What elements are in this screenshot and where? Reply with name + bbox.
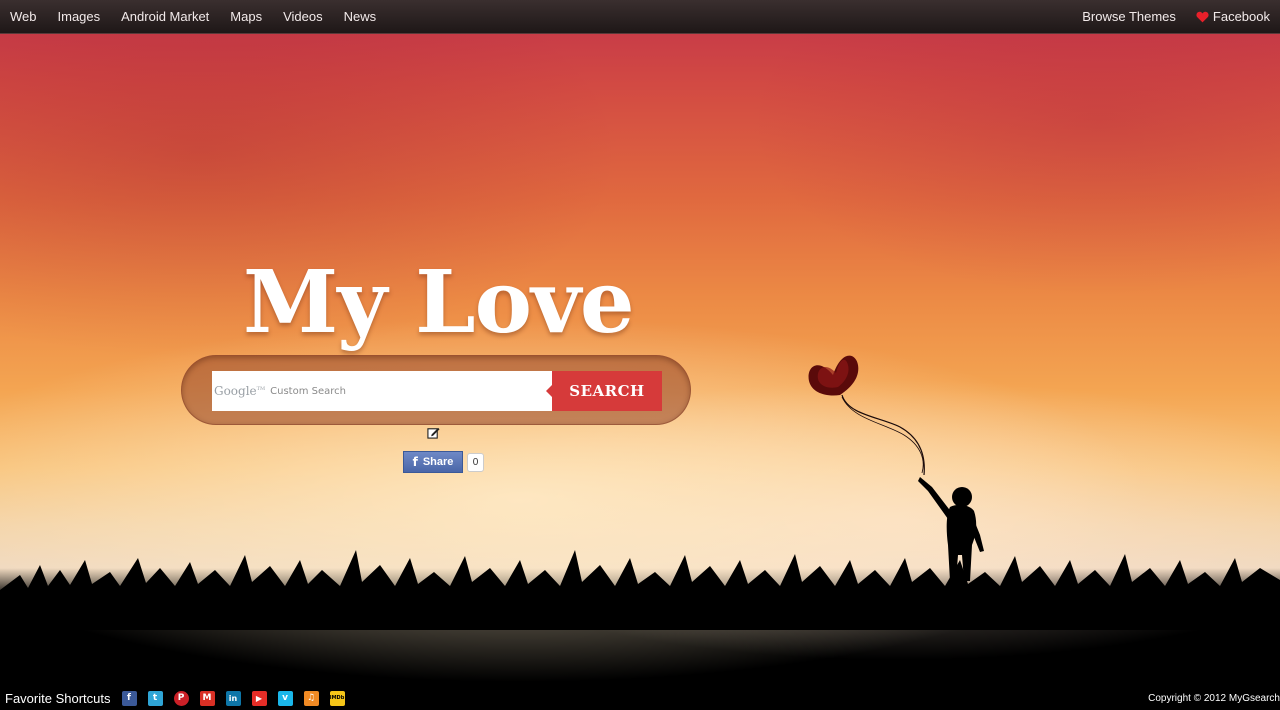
nav-link-images[interactable]: Images <box>58 9 101 24</box>
music-icon[interactable]: ♫ <box>303 690 319 706</box>
nav-left-links: Web Images Android Market Maps Videos Ne… <box>10 9 397 24</box>
google-logo: GoogleTM <box>214 384 265 398</box>
facebook-share-icon: f <box>412 455 418 469</box>
facebook-link-label: Facebook <box>1212 9 1270 24</box>
facebook-link[interactable]: Facebook <box>1196 9 1270 24</box>
facebook-share-button[interactable]: f Share <box>403 451 463 473</box>
copyright-text: Copyright © 2012 MyGsearch <box>1148 692 1280 704</box>
search-button[interactable]: SEARCH <box>546 371 662 411</box>
share-count-badge: 0 <box>467 453 484 472</box>
top-navigation-bar: Web Images Android Market Maps Videos Ne… <box>0 0 1280 34</box>
search-input-wrapper: GoogleTM <box>212 371 552 411</box>
google-logo-text: Google <box>214 384 257 398</box>
nav-link-news[interactable]: News <box>344 9 377 24</box>
search-input[interactable] <box>270 385 551 397</box>
linkedin-icon[interactable]: in <box>225 690 241 706</box>
nav-link-android-market[interactable]: Android Market <box>121 9 209 24</box>
heart-icon <box>1196 11 1209 22</box>
search-container: GoogleTM SEARCH <box>181 355 691 425</box>
nav-right-links: Browse Themes Facebook <box>1062 9 1270 24</box>
edit-icon[interactable] <box>427 426 440 439</box>
share-label: Share <box>422 456 454 468</box>
imdb-icon[interactable]: IMDb <box>329 690 345 706</box>
twitter-icon[interactable]: t <box>147 690 163 706</box>
nav-link-web[interactable]: Web <box>10 9 37 24</box>
youtube-icon[interactable]: ▶ <box>251 690 267 706</box>
grass-silhouette <box>0 550 1280 630</box>
nav-link-maps[interactable]: Maps <box>230 9 262 24</box>
child-balloon-silhouette <box>808 355 984 581</box>
pinterest-icon[interactable]: P <box>173 690 189 706</box>
favorite-shortcuts: Favorite Shortcuts f t P M in ▶ v ♫ IMDb <box>5 690 356 706</box>
browse-themes-link[interactable]: Browse Themes <box>1082 9 1176 24</box>
google-logo-tm: TM <box>256 386 266 392</box>
nav-link-videos[interactable]: Videos <box>283 9 323 24</box>
vimeo-icon[interactable]: v <box>277 690 293 706</box>
facebook-icon[interactable]: f <box>121 690 137 706</box>
footer-bar: Favorite Shortcuts f t P M in ▶ v ♫ IMDb… <box>0 686 1280 710</box>
favorite-shortcuts-label: Favorite Shortcuts <box>5 690 111 706</box>
gmail-icon[interactable]: M <box>199 690 215 706</box>
page-title: My Love <box>243 252 635 353</box>
